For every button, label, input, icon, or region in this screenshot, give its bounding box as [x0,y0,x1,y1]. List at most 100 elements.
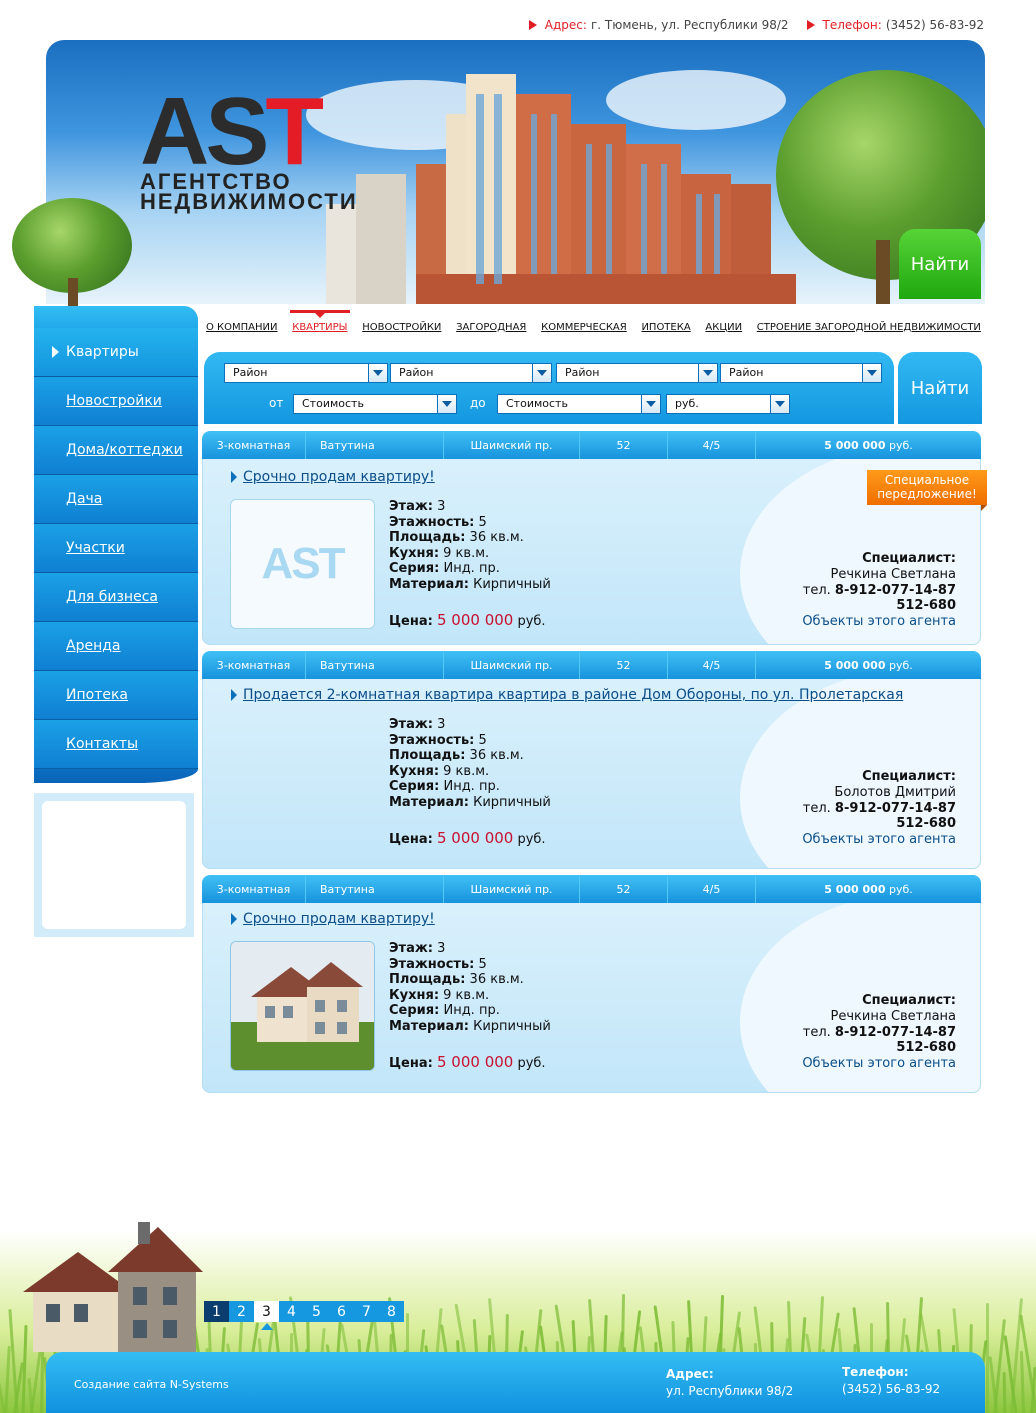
nav-apartments[interactable]: КВАРТИРЫ [290,310,350,333]
listing-card: 3-комнатная Ватутина Шаимский пр. 52 4/5… [202,875,981,1093]
listing-summary-bar[interactable]: 3-комнатная Ватутина Шаимский пр. 52 4/5… [202,875,981,903]
nav-new-buildings[interactable]: НОВОСТРОЙКИ [362,322,441,333]
sidebar-item-apartments[interactable]: Квартиры [34,328,198,377]
sidebar-item-business[interactable]: Для бизнеса [34,573,198,622]
sidebar-item-dacha[interactable]: Дача [34,475,198,524]
arrow-right-icon [231,471,237,483]
listing-agent: Специалист: Болотов Дмитрий тел. 8-912-0… [802,769,956,848]
listing-photo[interactable]: AST [230,499,375,629]
arrow-right-icon [231,689,237,701]
district-select-1[interactable]: Район [224,363,388,383]
nav-country[interactable]: ЗАГОРОДНАЯ [456,322,526,333]
sidebar-item-contacts[interactable]: Контакты [34,720,198,769]
agent-objects-link[interactable]: Объекты этого агента [802,832,956,847]
sidebar-item-new-buildings[interactable]: Новостройки [34,377,198,426]
listing-title: Продается 2-комнатная квартира квартира … [243,687,904,703]
district-select-4[interactable]: Район [720,363,882,383]
listing-agent: Специалист: Речкина Светлана тел. 8-912-… [802,551,956,630]
price-from-select[interactable]: Стоимость [293,394,457,414]
page-link[interactable]: 8 [379,1301,404,1322]
header-find-button[interactable]: Найти [899,229,981,299]
nav-commercial[interactable]: КОММЕРЧЕСКАЯ [541,322,627,333]
listing-photo[interactable] [230,941,375,1071]
grass-blade [1003,1371,1007,1413]
listing-bar-price: 5 000 000 руб. [756,651,981,679]
footer: Создание сайта N-Systems Адрес: ул. Респ… [46,1352,985,1413]
arrow-right-icon [231,913,237,925]
price-to-select[interactable]: Стоимость [497,394,661,414]
agent-objects-link[interactable]: Объекты этого агента [802,614,956,629]
grass-blade [1019,1350,1025,1413]
sidebar-cap [34,306,198,328]
listing-body: Срочно продам квартиру! Этаж: 3 Этажност… [202,903,981,1093]
listing-agent: Специалист: Речкина Светлана тел. 8-912-… [802,993,956,1072]
page-link[interactable]: 6 [329,1301,354,1322]
listing-rooms: 3-комнатная [202,431,306,459]
page-link[interactable]: 2 [229,1301,254,1322]
chevron-down-icon[interactable] [698,363,718,383]
phone-value: (3452) 56-83-92 [885,18,984,32]
listing-price: Цена: 5 000 000 руб. [389,611,546,629]
currency-select[interactable]: руб. [666,394,790,414]
top-navigation: О КОМПАНИИ КВАРТИРЫ НОВОСТРОЙКИ ЗАГОРОДН… [206,310,981,333]
listing-street: Шаимский пр. [444,431,580,459]
listing-street: Шаимский пр. [444,875,580,903]
page-link[interactable]: 1 [204,1301,229,1322]
buildings-illustration [326,74,796,304]
sidebar-item-plots[interactable]: Участки [34,524,198,573]
listing-title-link[interactable]: Срочно продам квартиру! [231,911,435,927]
price-to-label: до [470,396,486,410]
listing-district: Ватутина [306,431,444,459]
page-link[interactable]: 4 [279,1301,304,1322]
page-link[interactable]: 7 [354,1301,379,1322]
nav-promotions[interactable]: АКЦИИ [705,322,742,333]
search-find-button[interactable]: Найти [898,352,982,424]
page-current[interactable]: 3 [254,1301,279,1330]
listing-price: Цена: 5 000 000 руб. [389,1053,546,1071]
tree-trunk-decoration [876,240,890,304]
listing-title: Срочно продам квартиру! [243,469,435,485]
listing-rooms: 3-комнатная [202,875,306,903]
bar-price-value: 5 000 000 [824,882,886,896]
chevron-down-icon[interactable] [770,394,790,414]
select-value: Район [565,366,600,379]
chevron-down-icon[interactable] [437,394,457,414]
house-photo-illustration [231,942,374,1070]
top-address: Адрес: г. Тюмень, ул. Республики 98/2 [528,18,789,32]
footer-phone: Телефон: (3452) 56-83-92 [842,1364,940,1398]
listing-street: Шаимский пр. [444,651,580,679]
listing-summary-bar[interactable]: 3-комнатная Ватутина Шаимский пр. 52 4/5… [202,651,981,679]
listing-body: Продается 2-комнатная квартира квартира … [202,679,981,869]
select-value: руб. [675,397,699,410]
listing-title-link[interactable]: Продается 2-комнатная квартира квартира … [231,687,903,703]
chevron-down-icon[interactable] [862,363,882,383]
agent-objects-link[interactable]: Объекты этого агента [802,1056,956,1071]
ast-placeholder-logo: AST [261,539,346,588]
listing-district: Ватутина [306,875,444,903]
address-label: Адрес: [544,18,587,32]
sidebar-item-houses[interactable]: Дома/коттеджи [34,426,198,475]
logo-wordmark: AST [140,78,324,185]
nav-mortgage[interactable]: ИПОТЕКА [641,322,690,333]
district-select-2[interactable]: Район [390,363,552,383]
listing-title-link[interactable]: Срочно продам квартиру! [231,469,435,485]
listing-summary-bar[interactable]: 3-комнатная Ватутина Шаимский пр. 52 4/5… [202,431,981,459]
footer-address-label: Адрес: [666,1367,714,1381]
district-select-3[interactable]: Район [556,363,718,383]
page-link[interactable]: 5 [304,1301,329,1322]
listing-district: Ватутина [306,651,444,679]
red-arrow-icon [806,20,815,30]
nav-country-construction[interactable]: СТРОЕНИЕ ЗАГОРОДНОЙ НЕДВИЖИМОСТИ [757,322,981,333]
chevron-down-icon[interactable] [368,363,388,383]
sidebar-item-rent[interactable]: Аренда [34,622,198,671]
footer-address: Адрес: ул. Республики 98/2 [666,1366,793,1400]
bar-price-currency: руб. [888,658,913,672]
credit-text: Создание сайта [74,1378,167,1391]
chevron-down-icon[interactable] [532,363,552,383]
chevron-down-icon[interactable] [641,394,661,414]
nav-about[interactable]: О КОМПАНИИ [206,322,278,333]
bar-price-value: 5 000 000 [824,438,886,452]
credit-link[interactable]: N-Systems [170,1378,229,1391]
site-logo[interactable]: AST АГЕНТСТВО НЕДВИЖИМОСТИ [140,78,358,213]
sidebar-item-mortgage[interactable]: Ипотека [34,671,198,720]
